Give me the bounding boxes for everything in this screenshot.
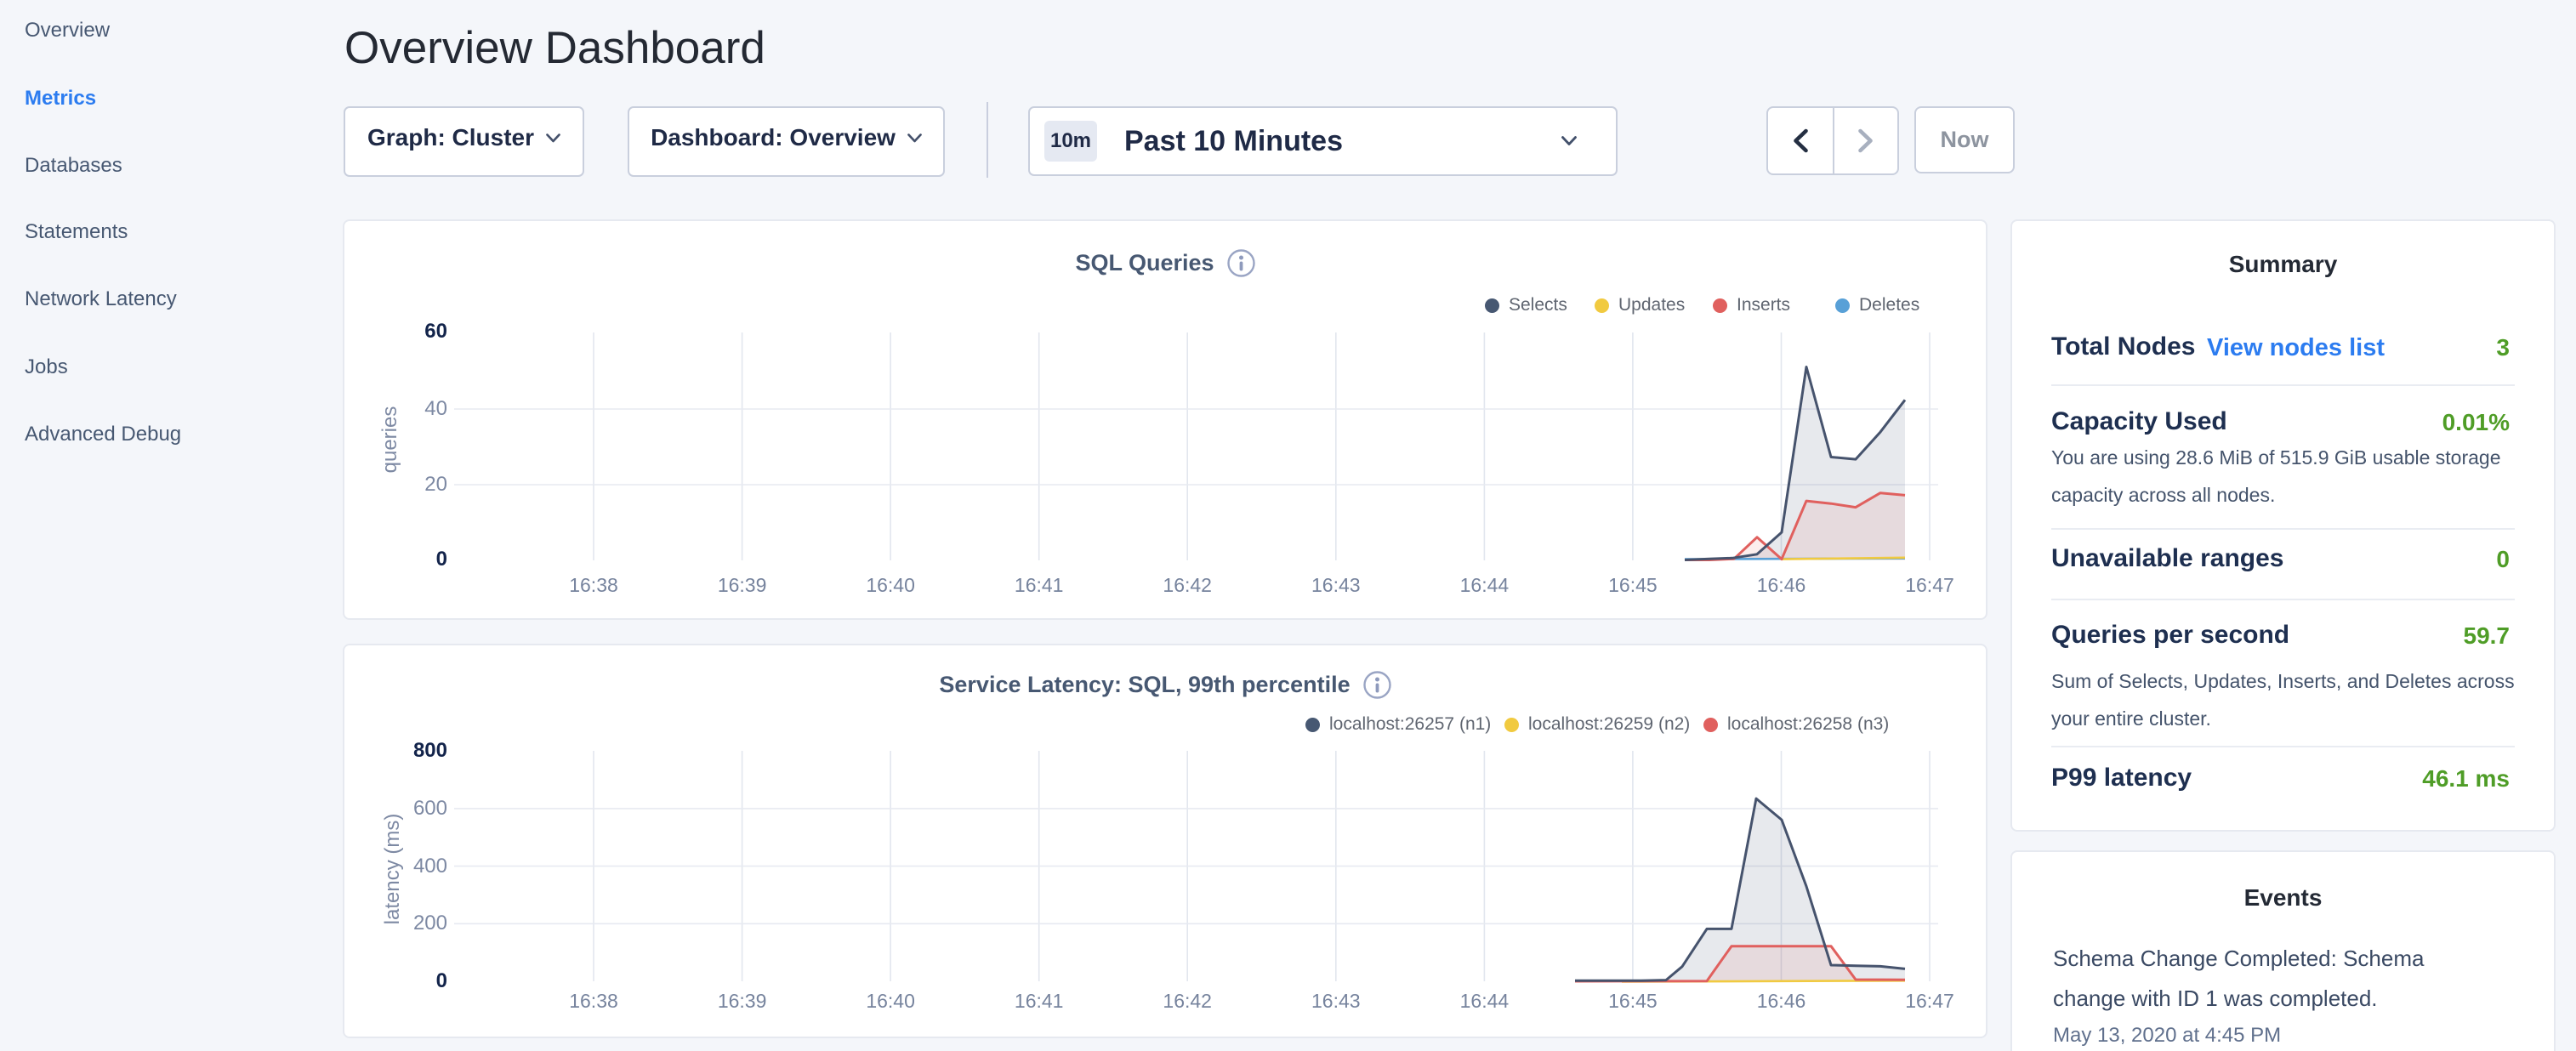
svg-text:16:45: 16:45 bbox=[1608, 574, 1658, 596]
svg-text:16:47: 16:47 bbox=[1905, 990, 1954, 1012]
svg-text:16:42: 16:42 bbox=[1163, 574, 1212, 596]
svg-text:16:46: 16:46 bbox=[1757, 990, 1806, 1012]
svg-text:16:47: 16:47 bbox=[1905, 574, 1954, 596]
svg-text:16:43: 16:43 bbox=[1311, 990, 1361, 1012]
svg-text:16:40: 16:40 bbox=[866, 574, 915, 596]
svg-text:16:41: 16:41 bbox=[1015, 990, 1064, 1012]
svg-text:16:44: 16:44 bbox=[1460, 574, 1510, 596]
svg-text:16:41: 16:41 bbox=[1015, 574, 1064, 596]
svg-text:16:43: 16:43 bbox=[1311, 574, 1361, 596]
svg-text:16:39: 16:39 bbox=[718, 574, 767, 596]
svg-text:16:44: 16:44 bbox=[1460, 990, 1510, 1012]
svg-text:16:46: 16:46 bbox=[1757, 574, 1806, 596]
svg-text:16:38: 16:38 bbox=[569, 574, 618, 596]
svg-text:16:38: 16:38 bbox=[569, 990, 618, 1012]
svg-text:16:42: 16:42 bbox=[1163, 990, 1212, 1012]
svg-text:16:45: 16:45 bbox=[1608, 990, 1658, 1012]
svg-text:16:39: 16:39 bbox=[718, 990, 767, 1012]
svg-text:16:40: 16:40 bbox=[866, 990, 915, 1012]
